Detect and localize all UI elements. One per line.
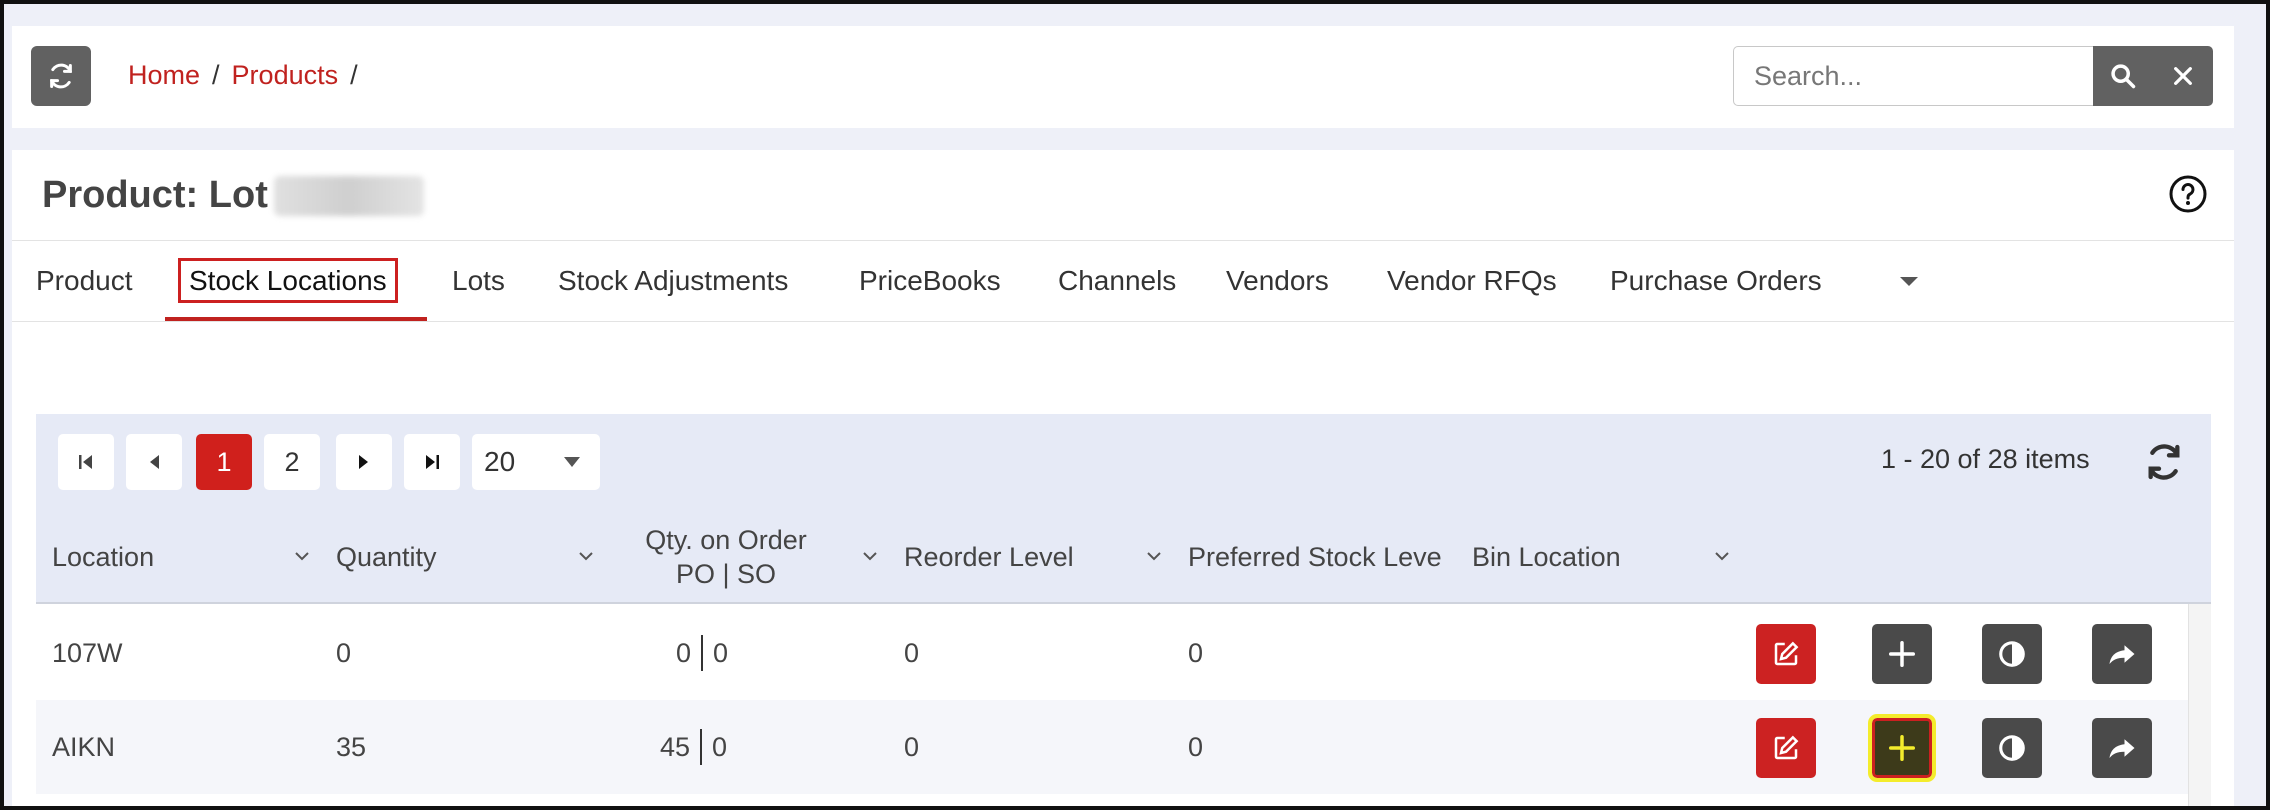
- breadcrumb-products[interactable]: Products: [232, 60, 339, 91]
- cell-preferred-stock-level: 0: [1188, 732, 1204, 762]
- search-bar: [1733, 46, 2213, 106]
- chevron-down-icon[interactable]: [1144, 546, 1164, 566]
- chevron-down-icon[interactable]: [860, 546, 880, 566]
- reload-button[interactable]: [31, 46, 91, 106]
- edit-button[interactable]: [1756, 718, 1816, 778]
- share-arrow-icon: [2109, 739, 2135, 758]
- column-header-qty-on-order-line2: PO | SO: [675, 559, 777, 589]
- cell-location: AIKN: [52, 732, 116, 762]
- breadcrumb: Home / Products /: [128, 60, 358, 91]
- add-button-highlighted[interactable]: [1868, 714, 1936, 782]
- pager-info: 1 - 20 of 28 items: [1881, 444, 2090, 474]
- refresh-icon[interactable]: [2144, 442, 2184, 482]
- breadcrumb-separator: /: [212, 60, 220, 90]
- vertical-scrollbar[interactable]: [2188, 604, 2211, 806]
- tabs-more-dropdown-icon[interactable]: [1900, 277, 1918, 286]
- search-button[interactable]: [2093, 46, 2153, 106]
- active-tab-indicator: [165, 317, 427, 321]
- edit-icon: [1774, 735, 1799, 760]
- top-bar: Home / Products /: [12, 26, 2234, 128]
- page-size-value: 20: [484, 446, 516, 477]
- column-header-qty-on-order[interactable]: Qty. on Order PO | SO: [616, 510, 836, 604]
- last-page-icon: [426, 455, 439, 469]
- search-input[interactable]: [1733, 46, 2093, 106]
- app-window: Home / Products / Product: Lot Product: [0, 0, 2270, 810]
- column-header-preferred-stock-level[interactable]: Preferred Stock Leve: [1188, 510, 1460, 604]
- share-arrow-icon: [2109, 645, 2135, 664]
- cell-qty-so: 0: [712, 732, 728, 762]
- cell-qty-on-order: 45 0: [660, 700, 727, 794]
- cell-qty-po: 0: [676, 638, 692, 668]
- column-header-reorder-level[interactable]: Reorder Level: [904, 510, 1074, 604]
- column-header-qty-on-order-line1: Qty. on Order: [645, 525, 807, 555]
- page-2-button[interactable]: 2: [264, 434, 320, 490]
- contrast-icon: [1999, 641, 2025, 667]
- tab-vendor-rfqs[interactable]: Vendor RFQs: [1387, 241, 1557, 321]
- tab-bar: Product Stock Locations Lots Stock Adjus…: [12, 240, 2234, 322]
- prev-page-icon: [150, 455, 159, 469]
- next-page-icon: [359, 455, 368, 469]
- refresh-icon: [50, 63, 72, 89]
- transfer-button[interactable]: [2092, 718, 2152, 778]
- tab-stock-locations-label: Stock Locations: [178, 258, 398, 303]
- stock-locations-grid: 1 2 20 1 - 20 of 28 items Location Quant…: [36, 414, 2211, 806]
- cell-qty-po: 45: [660, 732, 691, 762]
- tab-purchase-orders[interactable]: Purchase Orders: [1610, 241, 1822, 321]
- column-header-bin-location[interactable]: Bin Location: [1472, 510, 1621, 604]
- page-1-button[interactable]: 1: [196, 434, 252, 490]
- edit-button[interactable]: [1756, 624, 1816, 684]
- tab-stock-locations[interactable]: Stock Locations: [178, 241, 398, 321]
- cell-location: 107W: [52, 638, 123, 668]
- redacted-product-name: [273, 175, 424, 216]
- page-title-text: Product: Lot: [42, 174, 268, 216]
- column-header-quantity[interactable]: Quantity: [336, 510, 437, 604]
- cell-qty-on-order: 00: [676, 606, 728, 700]
- add-button[interactable]: [1872, 624, 1932, 684]
- page-size-select[interactable]: 20: [472, 434, 600, 490]
- plus-icon: [1889, 735, 1915, 761]
- adjust-button[interactable]: [1982, 624, 2042, 684]
- breadcrumb-separator: /: [350, 60, 358, 90]
- edit-icon: [1774, 641, 1799, 666]
- column-header-location[interactable]: Location: [52, 510, 154, 604]
- pager: 1 2 20 1 - 20 of 28 items: [36, 414, 2211, 510]
- tab-pricebooks[interactable]: PriceBooks: [859, 241, 1001, 321]
- cell-preferred-stock-level: 0: [1188, 638, 1204, 668]
- table-header: Location Quantity Qty. on Order PO | SO …: [36, 510, 2211, 604]
- main-panel: Product: Lot Product Stock Locations Lot…: [12, 150, 2234, 806]
- clear-search-button[interactable]: [2153, 46, 2213, 106]
- first-page-icon: [79, 455, 92, 469]
- next-page-button[interactable]: [336, 434, 392, 490]
- first-page-button[interactable]: [58, 434, 114, 490]
- breadcrumb-home[interactable]: Home: [128, 60, 200, 91]
- last-page-button[interactable]: [404, 434, 460, 490]
- cell-quantity: 0: [336, 638, 352, 668]
- tab-lots[interactable]: Lots: [452, 241, 505, 321]
- cell-reorder-level: 0: [904, 732, 920, 762]
- tab-stock-adjustments[interactable]: Stock Adjustments: [558, 241, 788, 321]
- adjust-button[interactable]: [1982, 718, 2042, 778]
- table-row: 107W 0 00 0 0: [36, 606, 2188, 700]
- transfer-button[interactable]: [2092, 624, 2152, 684]
- tab-product[interactable]: Product: [36, 241, 133, 321]
- chevron-down-icon: [564, 457, 580, 467]
- table-row: AIKN 35 45 0 0 0: [36, 700, 2188, 794]
- search-icon: [2111, 64, 2136, 89]
- cell-quantity: 35: [336, 732, 367, 762]
- cell-reorder-level: 0: [904, 638, 920, 668]
- close-icon: [2174, 67, 2192, 85]
- chevron-down-icon[interactable]: [576, 546, 596, 566]
- contrast-icon: [1999, 735, 2025, 761]
- prev-page-button[interactable]: [126, 434, 182, 490]
- tab-vendors[interactable]: Vendors: [1226, 241, 1329, 321]
- divider: [701, 635, 704, 671]
- tab-channels[interactable]: Channels: [1058, 241, 1176, 321]
- plus-icon: [1889, 641, 1915, 667]
- divider: [700, 729, 703, 765]
- help-icon[interactable]: [2168, 174, 2208, 214]
- chevron-down-icon[interactable]: [1712, 546, 1732, 566]
- chevron-down-icon[interactable]: [292, 546, 312, 566]
- cell-qty-so: 0: [713, 638, 729, 668]
- page-title: Product: Lot: [42, 174, 424, 217]
